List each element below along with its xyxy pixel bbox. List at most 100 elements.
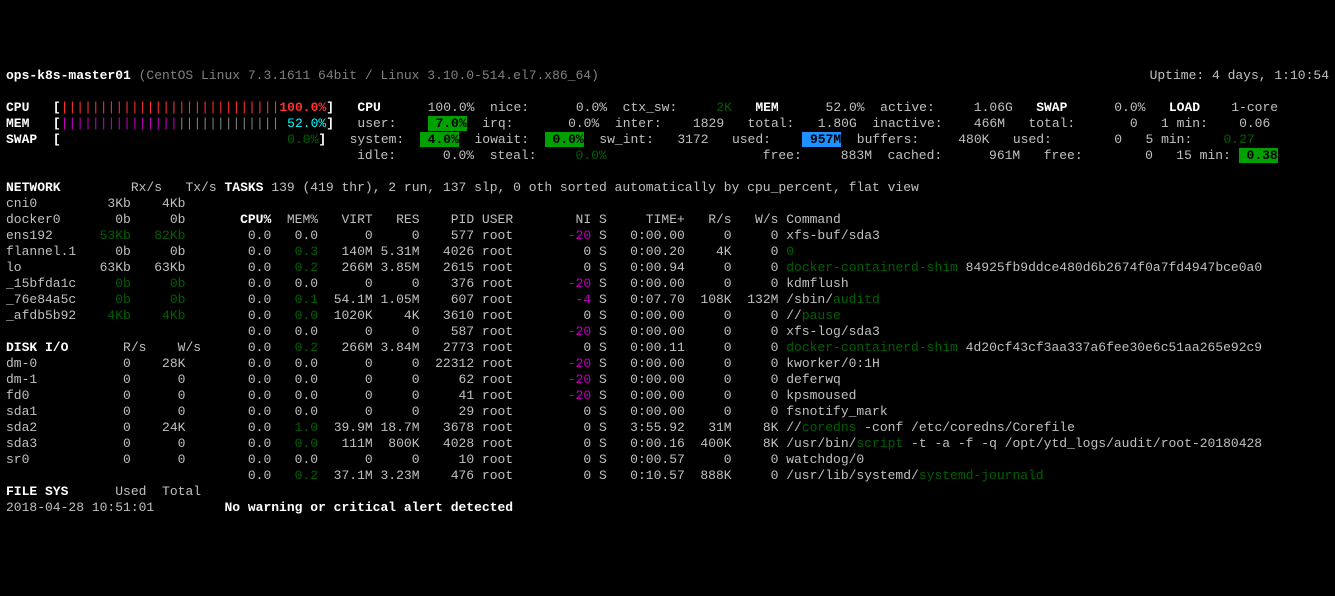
free-val: 883M: [825, 148, 872, 163]
net-iface: cni0: [6, 196, 84, 211]
content-row: _afdb5b92 4Kb 4Kb 0.0 0.0 1020K 4K 3610 …: [6, 308, 1329, 324]
disk-w: 0: [139, 404, 186, 419]
bar-tick: |: [256, 116, 264, 131]
content-row: sda1 0 0 0.0 0.0 0 0 29 root 0 S 0:00.00…: [6, 404, 1329, 420]
proc-state: S: [591, 260, 607, 275]
idle-val: 0.0%: [419, 148, 474, 163]
disk-w: 0: [139, 436, 186, 451]
proc-state: S: [591, 356, 607, 371]
content-row: sda2 0 24K 0.0 1.0 39.9M 18.7M 3678 root…: [6, 420, 1329, 436]
mem-label: MEM: [6, 116, 53, 131]
cpu-bar-val: 100.0%: [279, 100, 326, 115]
bar-tick: |: [100, 100, 108, 115]
cached-lbl: cached:: [872, 148, 973, 163]
proc-cmd: xfs-log/sda3: [778, 324, 879, 339]
bar-tick: |: [131, 116, 139, 131]
proc-cmd: xfs-buf/sda3: [778, 228, 879, 243]
bar-tick: |: [240, 116, 248, 131]
l1-lbl: 1 min:: [1138, 116, 1216, 131]
proc-state: S: [591, 372, 607, 387]
proc-res: 0: [373, 228, 420, 243]
steal-lbl: steal:: [474, 148, 568, 163]
proc-ni: -20: [560, 324, 591, 339]
proc-user: root: [474, 292, 560, 307]
proc-cpu: 0.0: [224, 452, 271, 467]
proc-time: 0:00.57: [607, 452, 685, 467]
proc-virt: 266M: [318, 260, 373, 275]
proc-cpu: 0.0: [224, 260, 271, 275]
proc-ws: 8K: [732, 436, 779, 451]
l15-val: 0.38: [1239, 148, 1278, 163]
proc-ws: 0: [732, 324, 779, 339]
content-row: 0.0 0.0 0 0 587 root -20 S 0:00.00 0 0 x…: [6, 324, 1329, 340]
proc-state: S: [591, 244, 607, 259]
proc-rs: 0: [685, 260, 732, 275]
proc-cmd: kworker/0:1H: [778, 356, 879, 371]
active-lbl: active:: [865, 100, 966, 115]
proc-cmd: kdmflush: [778, 276, 848, 291]
proc-res: 800K: [373, 436, 420, 451]
proc-res: 0: [373, 404, 420, 419]
proc-user: root: [474, 308, 560, 323]
proc-time: 0:00.94: [607, 260, 685, 275]
proc-pid: 4026: [420, 244, 475, 259]
net-tx: 4Kb: [139, 308, 186, 323]
proc-ws: 0: [732, 372, 779, 387]
disk-dev: dm-0: [6, 356, 84, 371]
bar-tick: |: [139, 100, 147, 115]
disk-r: 0: [84, 388, 131, 403]
proc-cpu: 0.0: [224, 372, 271, 387]
proc-state: S: [591, 436, 607, 451]
proc-cpu: 0.0: [224, 404, 271, 419]
net-iface: lo: [6, 260, 84, 275]
proc-state: S: [591, 420, 607, 435]
proc-time: 0:00.00: [607, 404, 685, 419]
net-iface: _afdb5b92: [6, 308, 84, 323]
proc-pid: 29: [420, 404, 475, 419]
content-row: dm-0 0 28K 0.0 0.0 0 0 22312 root -20 S …: [6, 356, 1329, 372]
col-res: RES: [373, 212, 420, 227]
proc-state: S: [591, 308, 607, 323]
proc-cpu: 0.0: [224, 388, 271, 403]
content-row: sda3 0 0 0.0 0.0 111M 800K 4028 root 0 S…: [6, 436, 1329, 452]
proc-state: S: [591, 340, 607, 355]
col-mem: MEM%: [271, 212, 318, 227]
proc-cpu: 0.0: [224, 340, 271, 355]
steal-val: 0.0%: [568, 148, 607, 163]
ctx-lbl: ctx_sw:: [607, 100, 693, 115]
user-lbl: user:: [357, 116, 419, 131]
proc-time: 0:00.11: [607, 340, 685, 355]
content-row: sr0 0 0 0.0 0.0 0 0 10 root 0 S 0:00.57 …: [6, 452, 1329, 468]
buffers-lbl: buffers:: [841, 132, 942, 147]
proc-cmd-hl: 0: [786, 244, 794, 259]
content-row: docker0 0b 0b CPU% MEM% VIRT RES PID USE…: [6, 212, 1329, 228]
proc-ni: 0: [560, 308, 591, 323]
proc-cmd-hl: systemd-journald: [919, 468, 1044, 483]
used-lbl: used:: [732, 132, 794, 147]
proc-mem: 1.0: [271, 420, 318, 435]
proc-time: 0:00.20: [607, 244, 685, 259]
disk-hdr: DISK I/O: [6, 340, 92, 355]
proc-user: root: [474, 324, 560, 339]
proc-ni: 0: [560, 244, 591, 259]
proc-pid: 10: [420, 452, 475, 467]
net-tx: 82Kb: [139, 228, 186, 243]
proc-time: 0:00.00: [607, 228, 685, 243]
proc-cpu: 0.0: [224, 276, 271, 291]
proc-cmd: /usr/lib/systemd/: [778, 468, 918, 483]
bar-tick: |: [162, 116, 170, 131]
bar-tick: |: [139, 116, 147, 131]
bar-tick: |: [84, 116, 92, 131]
proc-rs: 0: [685, 356, 732, 371]
irq-val: 0.0%: [560, 116, 599, 131]
disk-r: 0: [84, 404, 131, 419]
proc-cpu: 0.0: [224, 308, 271, 323]
iowait-lbl: iowait:: [459, 132, 545, 147]
proc-user: root: [474, 276, 560, 291]
swint-val: 3172: [670, 132, 709, 147]
proc-time: 0:10.57: [607, 468, 685, 483]
net-rx: 53Kb: [84, 228, 131, 243]
proc-mem: 0.0: [271, 404, 318, 419]
proc-ni: -4: [560, 292, 591, 307]
net-tx: 0b: [139, 276, 186, 291]
